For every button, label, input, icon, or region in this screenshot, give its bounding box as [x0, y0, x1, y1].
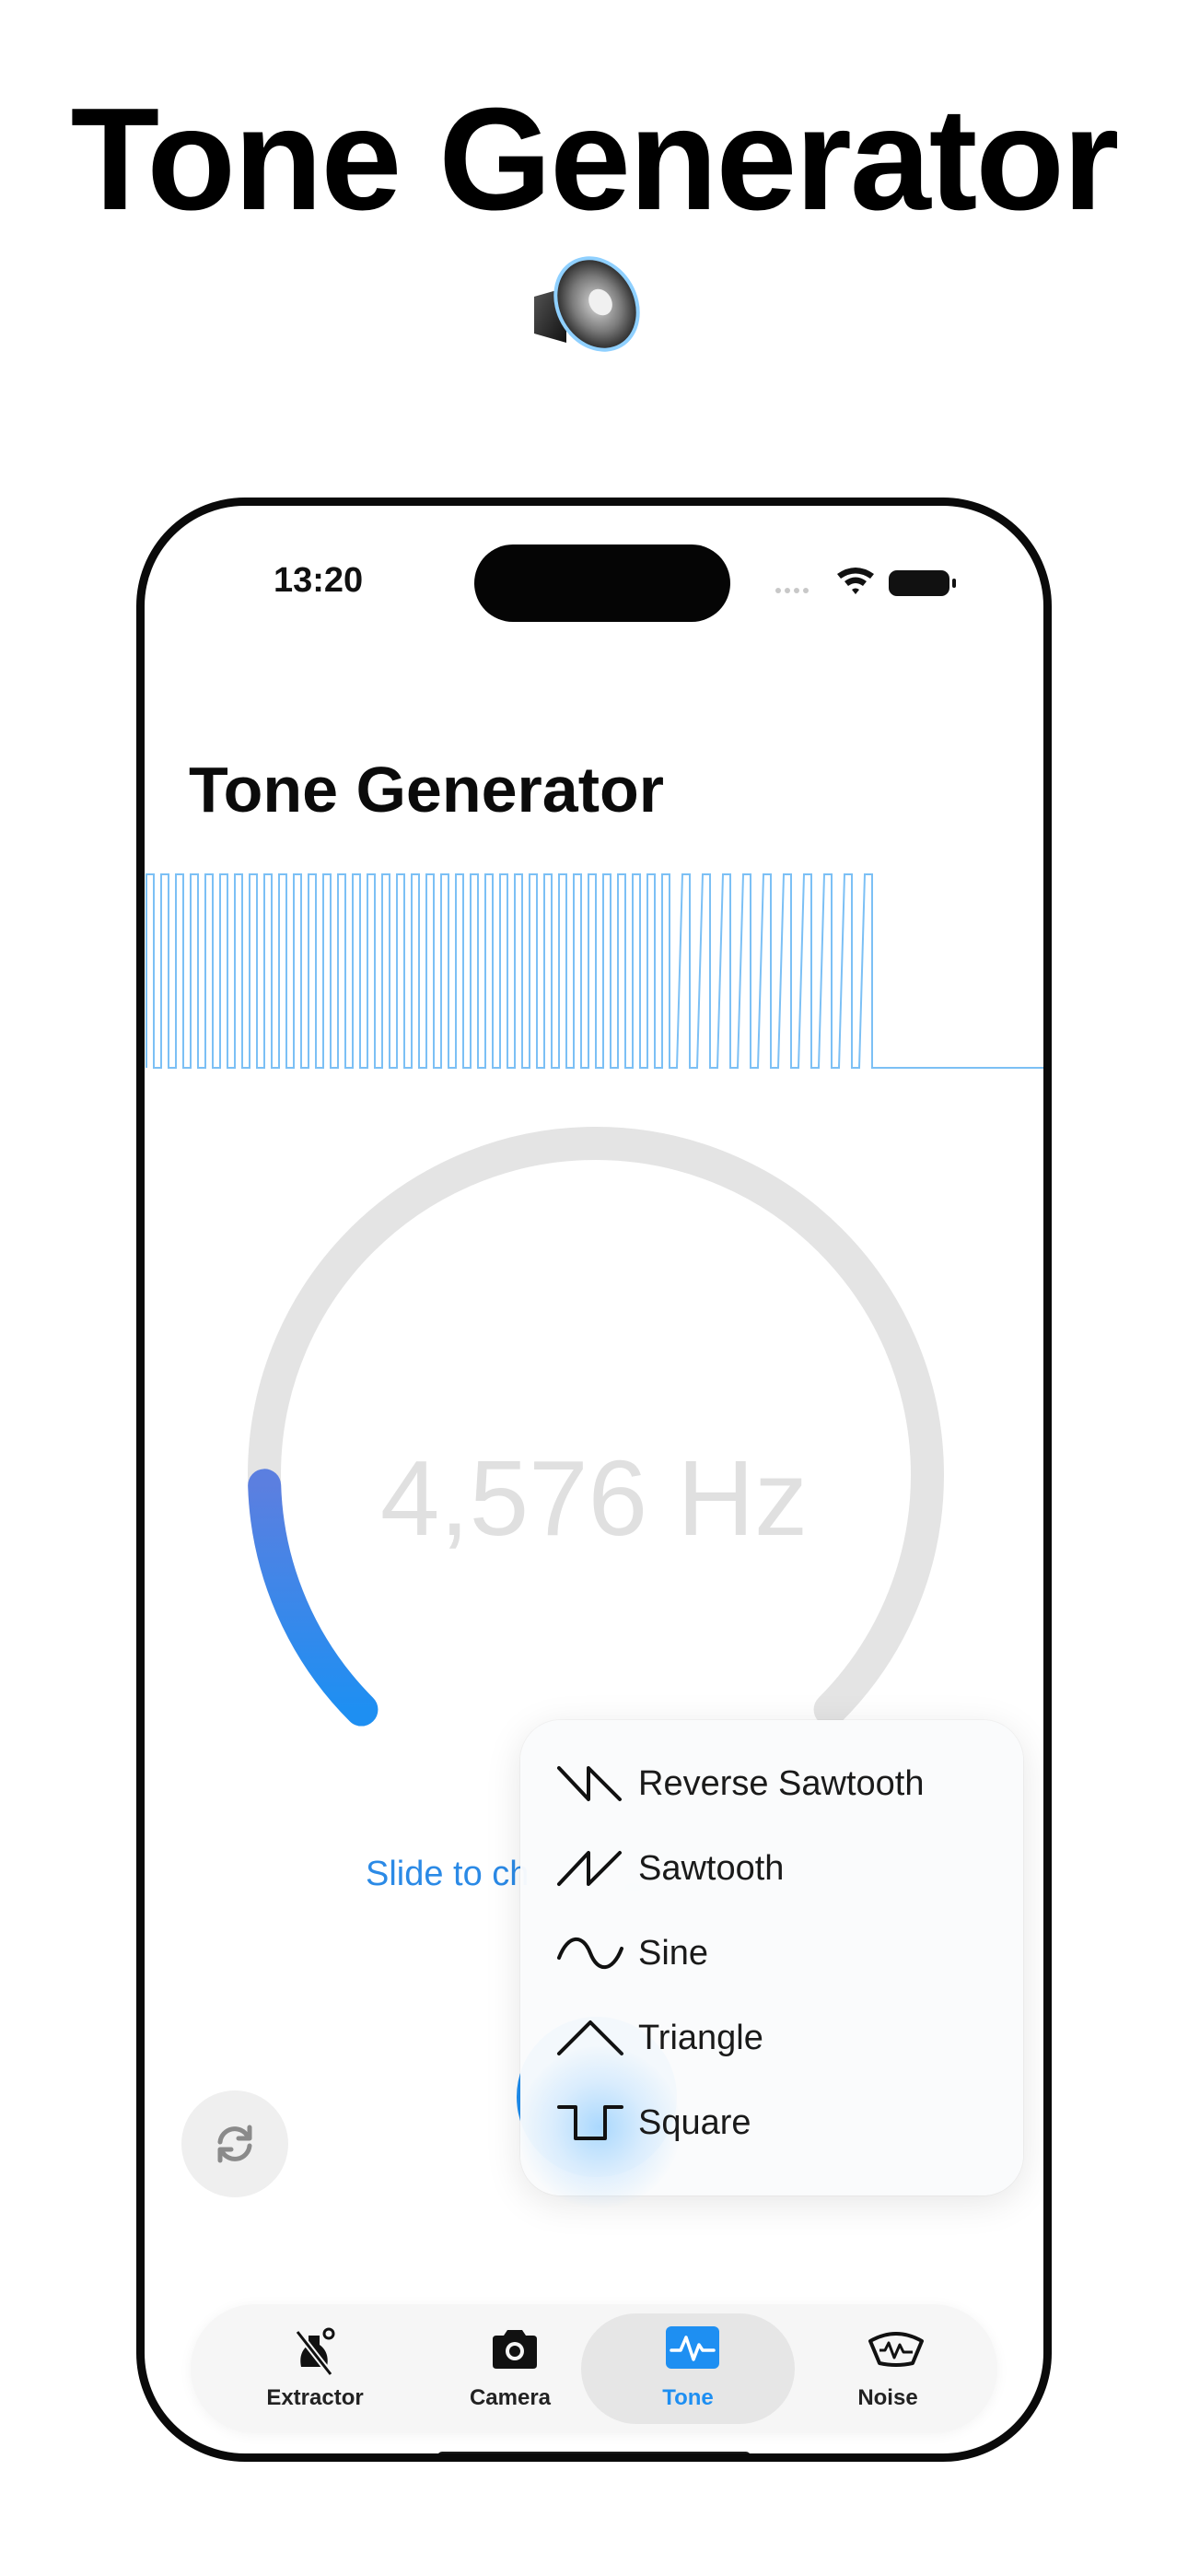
screen-title: Tone Generator: [189, 754, 665, 825]
menu-item-sine[interactable]: Sine: [555, 1912, 997, 1995]
status-icons: [773, 563, 966, 603]
sawtooth-wave-icon: [557, 1851, 622, 1886]
tab-bar: Extractor Camera Tone Noise: [191, 2304, 997, 2433]
tone-wave-icon: [666, 2326, 719, 2369]
tab-label: Noise: [857, 2385, 918, 2410]
speaker-icon: [516, 241, 654, 380]
menu-item-label: Sawtooth: [638, 1849, 785, 1888]
menu-item-sawtooth[interactable]: Sawtooth: [555, 1827, 997, 1910]
dial-track: [248, 1127, 944, 1727]
promo-title: Tone Generator: [70, 78, 1120, 240]
frequency-readout: 4,576 Hz: [379, 1438, 809, 1558]
menu-item-label: Triangle: [638, 2019, 763, 2057]
menu-item-label: Reverse Sawtooth: [638, 1764, 925, 1803]
tab-extractor[interactable]: Extractor: [218, 2304, 412, 2433]
refresh-icon: [217, 2125, 252, 2163]
dynamic-island: [474, 544, 730, 622]
menu-item-label: Square: [638, 2103, 751, 2142]
phone-frame: 13:20 Tone Generator 4,576 Hz Slide to c…: [136, 498, 1052, 2462]
menu-item-reverse-sawtooth[interactable]: Reverse Sawtooth: [555, 1742, 997, 1825]
square-wave-display: [146, 873, 1043, 1069]
battery-icon: [889, 570, 956, 596]
reset-button[interactable]: [181, 2090, 288, 2197]
cellular-icon: [775, 588, 809, 593]
tab-label: Camera: [469, 2385, 552, 2410]
wifi-icon: [837, 568, 874, 594]
camera-icon: [493, 2330, 537, 2369]
tab-noise[interactable]: Noise: [791, 2304, 984, 2433]
menu-item-label: Sine: [638, 1934, 709, 1973]
status-time: 13:20: [274, 561, 364, 600]
tab-camera[interactable]: Camera: [413, 2304, 607, 2433]
waveform-menu: Reverse Sawtooth Sawtooth Sine Triangle …: [518, 1720, 1023, 2208]
sine-wave-icon: [557, 1937, 623, 1970]
tab-label: Extractor: [266, 2385, 364, 2410]
reverse-sawtooth-wave-icon: [557, 1766, 622, 1801]
waveform-trace: [146, 873, 1043, 1069]
menu-item-square[interactable]: Square: [518, 2046, 997, 2208]
extractor-icon: [295, 2327, 335, 2377]
home-indicator: [437, 2452, 751, 2453]
tab-tone[interactable]: Tone: [581, 2313, 795, 2424]
slide-hint: Slide to ch: [366, 1855, 530, 1893]
noise-icon: [868, 2332, 924, 2367]
tab-label: Tone: [662, 2385, 714, 2410]
square-wave-icon: [557, 2105, 623, 2140]
